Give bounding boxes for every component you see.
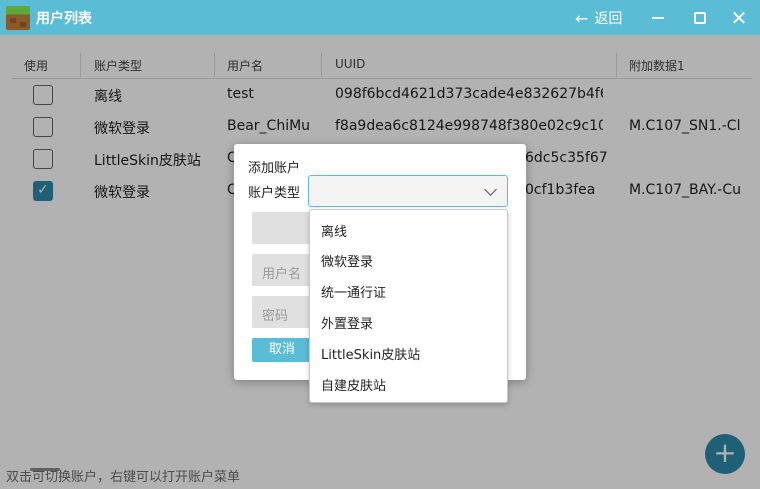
dropdown-option-microsoft[interactable]: 微软登录 <box>321 251 373 270</box>
window-title: 用户列表 <box>36 11 92 27</box>
close-button[interactable]: ✕ <box>725 4 753 32</box>
back-arrow-icon: ← <box>575 8 589 28</box>
grass-block-icon <box>6 6 30 30</box>
dropdown-option-littleskin[interactable]: LittleSkin皮肤站 <box>321 344 420 363</box>
account-type-select[interactable] <box>308 175 508 207</box>
title-bar: 用户列表 ← 返回 ✕ <box>0 0 760 35</box>
dropdown-option-offline[interactable]: 离线 <box>321 221 347 240</box>
dropdown-option-custom-skin[interactable]: 自建皮肤站 <box>321 375 386 394</box>
close-icon: ✕ <box>730 6 748 30</box>
dialog-title: 添加账户 <box>248 161 301 176</box>
account-type-label: 账户类型 <box>248 186 301 201</box>
maximize-icon <box>694 12 706 24</box>
maximize-button[interactable] <box>686 4 714 32</box>
cancel-button[interactable]: 取消 <box>252 338 312 362</box>
back-button[interactable]: ← 返回 <box>575 7 622 29</box>
dropdown-option-authlib[interactable]: 外置登录 <box>321 313 373 332</box>
minimize-icon <box>652 17 664 19</box>
chevron-down-icon <box>484 183 497 196</box>
minimize-button[interactable] <box>644 4 672 32</box>
dropdown-option-nide8[interactable]: 统一通行证 <box>321 282 386 301</box>
back-label: 返回 <box>594 11 623 27</box>
account-type-dropdown: 离线 微软登录 统一通行证 外置登录 LittleSkin皮肤站 自建皮肤站 <box>309 209 508 403</box>
